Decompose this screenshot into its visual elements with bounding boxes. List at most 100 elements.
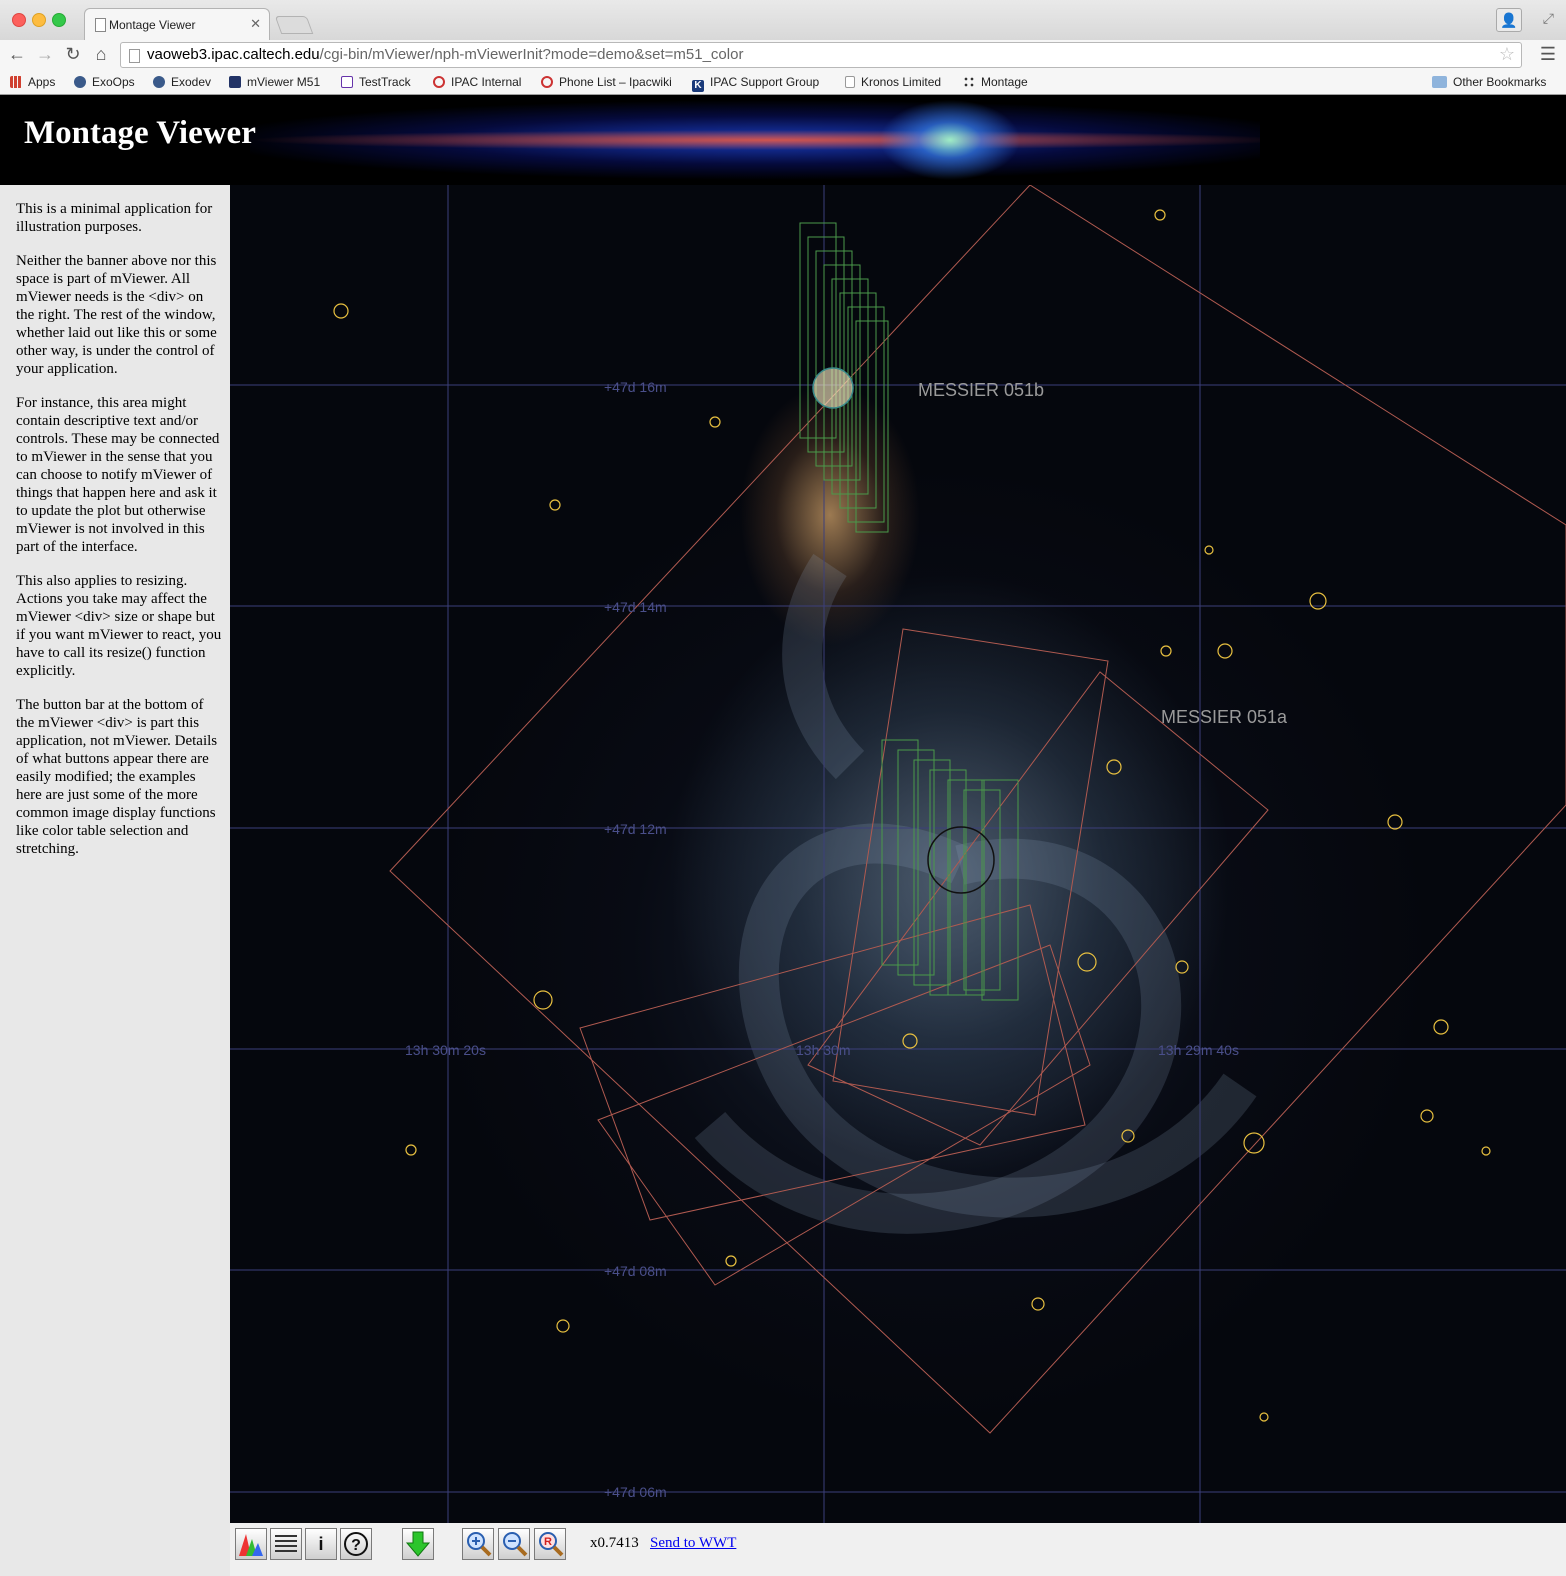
forward-arrow-icon[interactable]: → [34,44,56,65]
galaxy-icon [229,76,241,88]
zoom-reset-icon[interactable]: R [534,1528,566,1560]
bookmark-item[interactable]: K IPAC Support Group [692,75,819,92]
bookmark-label: TestTrack [359,75,411,89]
sidebar-paragraph: Neither the banner above nor this space … [16,253,217,377]
zoom-in-icon [467,1532,492,1557]
ipac-swirl-icon [541,76,553,88]
object-label-m51a: MESSIER 051a [1161,707,1288,727]
fullscreen-icon[interactable]: ⤢ [1543,10,1554,27]
zoom-level: x0.7413 [590,1535,639,1551]
reload-icon[interactable]: ↻ [62,44,84,65]
zoom-out-icon [503,1532,528,1557]
chrome-menu-icon[interactable]: ☰ [1540,44,1556,65]
folder-icon [1432,76,1447,88]
dec-label: +47d 14m [604,599,667,615]
window-zoom-button[interactable] [52,13,66,27]
dec-label: +47d 06m [604,1484,667,1500]
bookmark-label: Exodev [171,75,212,89]
object-label-m51b: MESSIER 051b [918,380,1044,400]
mviewer-image-display[interactable]: +47d 16m +47d 14m +47d 12m +47d 08m +47d… [230,185,1566,1523]
bookmark-item[interactable]: Phone List – Ipacwiki [541,75,672,89]
apps-grid-icon [10,76,22,88]
footprints-red [389,185,1566,1434]
new-tab-button[interactable] [274,16,314,34]
back-arrow-icon[interactable]: ← [6,44,28,65]
page-document-icon [95,18,106,32]
layers-icon[interactable] [270,1528,302,1560]
tab-close-icon[interactable]: ✕ [250,16,261,32]
tab-title: Montage Viewer [109,18,196,32]
bookmark-item[interactable]: TestTrack [341,75,411,89]
bookmark-item[interactable]: IPAC Internal [433,75,521,89]
dec-label: +47d 16m [604,379,667,395]
url-host: vaoweb3.ipac.caltech.edu [147,46,320,63]
home-icon[interactable]: ⌂ [90,44,112,65]
milky-way-banner-image [250,95,1260,185]
montage-dots-icon [963,76,975,88]
bookmark-label: Kronos Limited [861,75,942,89]
page-banner: Montage Viewer [0,95,1566,185]
other-bookmarks-label: Other Bookmarks [1453,75,1547,89]
bookmark-item[interactable]: Montage [963,75,1028,89]
download-arrow-icon [405,1531,431,1557]
sidebar-paragraph: This also applies to resizing. Actions y… [16,573,222,679]
page-document-icon [129,49,140,63]
sky-overlay: +47d 16m +47d 14m +47d 12m +47d 08m +47d… [230,185,1566,1523]
k-logo-icon: K [692,80,704,92]
dec-label: +47d 12m [604,821,667,837]
footprints-green [799,222,1019,1001]
bookmark-item[interactable]: ExoOps [74,75,135,89]
testtrack-icon [341,76,353,88]
browser-toolbar: ← → ↻ ⌂ vaoweb3.ipac.caltech.edu/cgi-bin… [0,40,1566,70]
bookmark-label: IPAC Support Group [710,75,820,89]
dec-label: +47d 08m [604,1263,667,1279]
planet-icon [74,76,86,88]
bookmark-item[interactable]: mViewer M51 [229,75,320,89]
window-close-button[interactable] [12,13,26,27]
zoom-out-icon[interactable] [498,1528,530,1560]
color-table-icon[interactable] [235,1528,267,1560]
ra-label: 13h 30m [796,1042,850,1058]
sidebar: This is a minimal application for illust… [0,185,230,1576]
catalog-sources [333,209,1491,1422]
window-minimize-button[interactable] [32,13,46,27]
bookmark-star-icon[interactable]: ☆ [1499,44,1515,65]
bookmarks-bar: Apps ExoOps Exodev mViewer M51 TestTrack… [0,70,1566,95]
ra-label: 13h 29m 40s [1158,1042,1239,1058]
bookmark-item[interactable]: Kronos Limited [845,75,941,89]
zoom-in-icon[interactable] [462,1528,494,1560]
sidebar-paragraph: The button bar at the bottom of the mVie… [16,697,218,857]
browser-tab[interactable]: Montage Viewer ✕ [84,8,270,40]
viewer-button-bar: i ? R x0.7413 Send to WWT [230,1523,1566,1576]
bookmark-label: Montage [981,75,1028,89]
address-bar[interactable]: vaoweb3.ipac.caltech.edu/cgi-bin/mViewer… [120,42,1522,68]
layers-icon [275,1535,297,1552]
download-arrow-icon[interactable] [402,1528,434,1560]
sidebar-paragraph: This is a minimal application for illust… [16,201,213,235]
help-icon[interactable]: ? [340,1528,372,1560]
bookmark-label: ExoOps [92,75,135,89]
color-table-icon [239,1534,263,1556]
other-bookmarks[interactable]: Other Bookmarks [1432,75,1546,89]
planet-icon [153,76,165,88]
bookmark-item[interactable]: Apps [10,75,55,89]
svg-text:?: ? [351,1537,361,1554]
bookmark-label: Phone List – Ipacwiki [559,75,672,89]
ra-label: 13h 30m 20s [405,1042,486,1058]
ipac-swirl-icon [433,76,445,88]
url-path: /cgi-bin/mViewer/nph-mViewerInit?mode=de… [319,46,744,63]
help-icon: ? [344,1532,368,1556]
sidebar-paragraph: For instance, this area might contain de… [16,395,220,555]
profile-icon[interactable]: 👤 [1496,8,1522,32]
bookmark-item[interactable]: Exodev [153,75,211,89]
bookmark-label: Apps [28,75,56,89]
send-to-wwt-link[interactable]: Send to WWT [650,1535,736,1552]
bookmark-label: IPAC Internal [451,75,522,89]
zoom-reset-icon: R [539,1532,564,1557]
nucleus-marker-m51b [812,367,854,409]
page-title: Montage Viewer [24,115,256,151]
bookmark-label: mViewer M51 [247,75,321,89]
info-icon[interactable]: i [305,1528,337,1560]
document-icon [845,76,855,88]
browser-titlebar: Montage Viewer ✕ 👤 ⤢ [0,0,1566,40]
